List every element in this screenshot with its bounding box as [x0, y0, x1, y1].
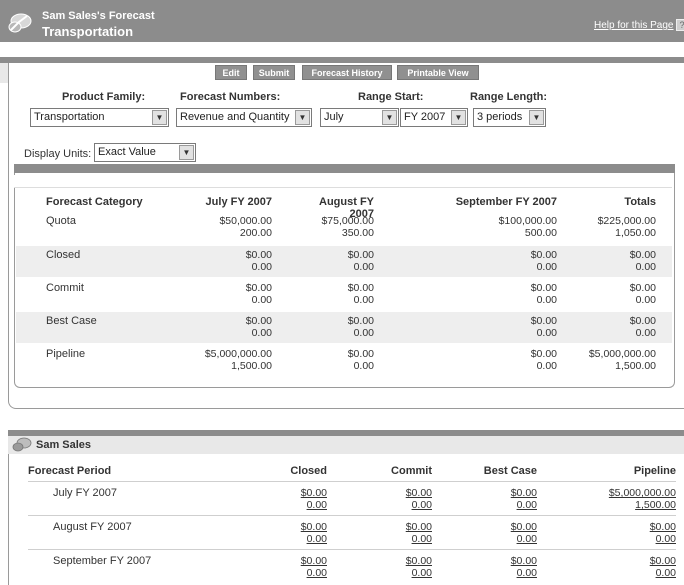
range-start-month-select[interactable]: July ▼ — [320, 108, 399, 127]
commit-amount-link[interactable]: $0.00 0.00 — [352, 487, 432, 511]
product-family-label: Product Family: — [62, 91, 146, 103]
submit-button[interactable]: Submit — [253, 65, 295, 80]
range-length-select[interactable]: 3 periods ▼ — [473, 108, 546, 127]
row-label-closed: Closed — [46, 249, 81, 261]
forecast-history-button[interactable]: Forecast History — [302, 65, 392, 80]
help-icon[interactable]: ? — [676, 19, 684, 31]
printable-view-button[interactable]: Printable View — [397, 65, 479, 80]
period-label-july: July FY 2007 — [53, 487, 118, 499]
commit-amount-link[interactable]: $0.00 0.00 — [352, 521, 432, 545]
column-header-best-case: Best Case — [483, 465, 537, 477]
page-header: Sam Sales's Forecast Transportation Help… — [0, 0, 684, 42]
row-label-commit: Commit — [46, 282, 84, 294]
column-header-totals: Totals — [624, 196, 656, 208]
forecast-numbers-select[interactable]: Revenue and Quantity ▼ — [176, 108, 312, 127]
range-length-label: Range Length: — [470, 91, 547, 103]
cell-value: $50,000.00 200.00 — [219, 215, 272, 239]
dropdown-arrow-icon: ▼ — [295, 110, 310, 125]
cell-value: $0.00 0.00 — [347, 249, 374, 273]
cell-value: $0.00 0.00 — [245, 282, 272, 306]
sam-section-header — [8, 436, 684, 454]
column-header-pipeline: Pipeline — [633, 465, 676, 477]
closed-amount-link[interactable]: $0.00 0.00 — [247, 555, 327, 579]
pipeline-amount-link[interactable]: $0.00 0.00 — [576, 555, 676, 579]
row-label-pipeline: Pipeline — [46, 348, 86, 360]
range-start-label: Range Start: — [358, 91, 424, 103]
best-case-amount-link[interactable]: $0.00 0.00 — [457, 521, 537, 545]
cell-value: $0.00 0.00 — [347, 315, 374, 339]
cell-value: $0.00 0.00 — [245, 315, 272, 339]
dropdown-arrow-icon: ▼ — [529, 110, 544, 125]
edit-button[interactable]: Edit — [215, 65, 247, 80]
cell-value: $0.00 0.00 — [629, 249, 656, 273]
cell-value: $0.00 0.00 — [347, 282, 374, 306]
cell-value: $75,000.00 350.00 — [321, 215, 374, 239]
cell-value: $5,000,000.00 1,500.00 — [588, 348, 656, 372]
column-header-july: July FY 2007 — [205, 196, 272, 208]
row-label-quota: Quota — [46, 215, 76, 227]
best-case-amount-link[interactable]: $0.00 0.00 — [457, 487, 537, 511]
product-family-select[interactable]: Transportation ▼ — [30, 108, 169, 127]
app-logo-icon — [8, 13, 32, 33]
column-header-closed: Closed — [290, 465, 327, 477]
column-header-forecast-period: Forecast Period — [28, 465, 112, 477]
page-title-product: Transportation — [42, 24, 134, 39]
dropdown-arrow-icon: ▼ — [179, 145, 194, 160]
cell-value: $0.00 0.00 — [530, 315, 557, 339]
period-label-september: September FY 2007 — [53, 555, 152, 567]
dropdown-arrow-icon: ▼ — [152, 110, 167, 125]
forecast-table-header-bar — [14, 164, 675, 173]
cell-value: $5,000,000.00 1,500.00 — [204, 348, 272, 372]
column-header-commit: Commit — [391, 465, 432, 477]
cell-value: $0.00 0.00 — [530, 282, 557, 306]
display-units-select[interactable]: Exact Value ▼ — [94, 143, 196, 162]
cell-value: $0.00 0.00 — [347, 348, 374, 372]
best-case-amount-link[interactable]: $0.00 0.00 — [457, 555, 537, 579]
row-divider — [28, 549, 676, 550]
forecast-numbers-label: Forecast Numbers: — [180, 91, 281, 103]
page-title-owner: Sam Sales's Forecast — [42, 10, 155, 22]
sam-section-title: Sam Sales — [36, 439, 92, 451]
closed-amount-link[interactable]: $0.00 0.00 — [247, 521, 327, 545]
pipeline-amount-link[interactable]: $0.00 0.00 — [576, 521, 676, 545]
user-section-icon — [12, 437, 32, 452]
dropdown-arrow-icon: ▼ — [382, 110, 397, 125]
commit-amount-link[interactable]: $0.00 0.00 — [352, 555, 432, 579]
column-header-september: September FY 2007 — [455, 196, 557, 208]
help-link[interactable]: Help for this Page — [594, 20, 674, 31]
cell-value: $0.00 0.00 — [245, 249, 272, 273]
row-divider — [28, 481, 676, 482]
display-units-label: Display Units: — [24, 148, 92, 160]
cell-value: $100,000.00 500.00 — [498, 215, 557, 239]
range-start-year-select[interactable]: FY 2007 ▼ — [400, 108, 468, 127]
dropdown-arrow-icon: ▼ — [451, 110, 466, 125]
cell-value: $0.00 0.00 — [530, 348, 557, 372]
closed-amount-link[interactable]: $0.00 0.00 — [247, 487, 327, 511]
column-header-category: Forecast Category — [46, 196, 143, 208]
cell-value: $0.00 0.00 — [530, 249, 557, 273]
forecast-table-stripe — [14, 175, 672, 188]
pipeline-amount-link[interactable]: $5,000,000.00 1,500.00 — [576, 487, 676, 511]
row-divider — [28, 515, 676, 516]
row-label-best-case: Best Case — [46, 315, 97, 327]
cell-value: $0.00 0.00 — [629, 315, 656, 339]
period-label-august: August FY 2007 — [53, 521, 132, 533]
cell-value: $225,000.00 1,050.00 — [597, 215, 656, 239]
cell-value: $0.00 0.00 — [629, 282, 656, 306]
